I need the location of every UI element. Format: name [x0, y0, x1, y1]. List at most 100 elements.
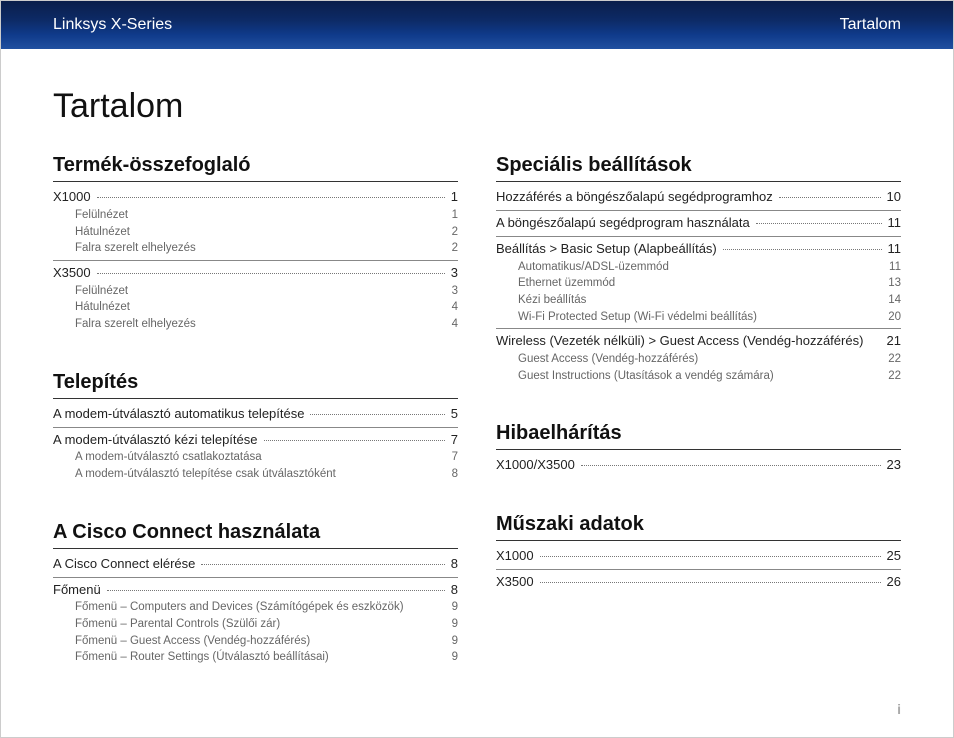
toc-entry-page: 22: [888, 368, 901, 385]
section-rule: [53, 181, 458, 182]
toc-sub-entry[interactable]: Kézi beállítás 14: [496, 292, 901, 309]
toc-sub-entry[interactable]: Falra szerelt elhelyezés4: [53, 316, 458, 333]
toc-entry-label: X1000: [496, 547, 534, 566]
toc-sub-entry[interactable]: Főmenü – Parental Controls (Szülői zár)9: [53, 616, 458, 633]
toc-entry-page: 26: [887, 573, 901, 592]
toc-entry-label: A modem-útválasztó telepítése csak útvál…: [75, 466, 336, 483]
toc-entry-page: 7: [451, 431, 458, 450]
spacer: [53, 666, 458, 694]
toc-entry-label: A modem-útválasztó csatlakoztatása: [75, 449, 262, 466]
toc-entry[interactable]: Főmenü 8: [53, 581, 458, 600]
toc-entry[interactable]: A modem-útválasztó automatikus telepítés…: [53, 405, 458, 424]
toc-leader: [264, 440, 445, 441]
toc-entry-page: 8: [451, 581, 458, 600]
entry-rule: [53, 577, 458, 578]
toc-sub-entry[interactable]: Falra szerelt elhelyezés 2: [53, 240, 458, 257]
toc-entry-page: 25: [887, 547, 901, 566]
toc-entry-label: X3500: [53, 264, 91, 283]
toc-entry-label: Felülnézet: [75, 283, 128, 300]
toc-entry-page: 3: [451, 264, 458, 283]
entry-rule: [496, 328, 901, 329]
section-rule: [53, 398, 458, 399]
toc-sub-entry[interactable]: Hátulnézet 4: [53, 299, 458, 316]
toc-leader: [723, 249, 882, 250]
toc-section-heading: A Cisco Connect használata: [53, 521, 458, 544]
toc-entry-page: 8: [452, 466, 458, 483]
toc-entry-page: 4: [452, 316, 458, 333]
toc-sub-entry[interactable]: Guest Instructions (Utasítások a vendég …: [496, 368, 901, 385]
toc-entry[interactable]: Wireless (Vezeték nélküli) > Guest Acces…: [496, 332, 901, 351]
toc-entry-label: Falra szerelt elhelyezés: [75, 240, 196, 257]
toc-entry[interactable]: X10001: [53, 188, 458, 207]
toc-entry-page: 2: [452, 224, 458, 241]
toc-entry[interactable]: A Cisco Connect elérése8: [53, 555, 458, 574]
toc-entry-label: Automatikus/ADSL-üzemmód: [518, 259, 669, 276]
entry-rule: [496, 236, 901, 237]
toc-entry-label: Kézi beállítás: [518, 292, 586, 309]
toc-sub-entry[interactable]: Guest Access (Vendég-hozzáférés) 22: [496, 351, 901, 368]
toc-entry-page: 2: [452, 240, 458, 257]
toc-entry[interactable]: X350026: [496, 573, 901, 592]
toc-entry[interactable]: X1000/X350023: [496, 456, 901, 475]
toc-entry-label: A böngészőalapú segédprogram használata: [496, 214, 750, 233]
toc-entry-page: 1: [452, 207, 458, 224]
toc-entry-page: 21: [887, 332, 901, 351]
toc-leader: [107, 590, 445, 591]
toc-sub-entry[interactable]: Felülnézet 1: [53, 207, 458, 224]
toc-sub-entry[interactable]: Főmenü – Computers and Devices (Számítóg…: [53, 599, 458, 616]
toc-sub-entry[interactable]: A modem-útválasztó csatlakoztatása 7: [53, 449, 458, 466]
toc-section-heading: Hibaelhárítás: [496, 422, 901, 445]
toc-section-heading: Telepítés: [53, 371, 458, 394]
toc-entry[interactable]: X3500 3: [53, 264, 458, 283]
toc-leader: [540, 556, 881, 557]
toc-entry-label: Beállítás > Basic Setup (Alapbeállítás): [496, 240, 717, 259]
toc-entry-label: Főmenü – Parental Controls (Szülői zár): [75, 616, 280, 633]
toc-section-heading: Termék-összefoglaló: [53, 154, 458, 177]
toc-entry-page: 10: [887, 188, 901, 207]
toc-entry[interactable]: Beállítás > Basic Setup (Alapbeállítás) 1…: [496, 240, 901, 259]
spacer: [496, 384, 901, 412]
toc-leader: [540, 582, 881, 583]
toc-entry-page: 22: [888, 351, 901, 368]
toc-entry-label: Hozzáférés a böngészőalapú segédprogramh…: [496, 188, 773, 207]
toc-entry-page: 9: [452, 599, 458, 616]
toc-entry-label: Wireless (Vezeték nélküli) > Guest Acces…: [496, 332, 863, 351]
toc-sub-entry[interactable]: Wi-Fi Protected Setup (Wi-Fi védelmi beá…: [496, 309, 901, 326]
toc-entry-page: 5: [451, 405, 458, 424]
toc-sub-entry[interactable]: Főmenü – Guest Access (Vendég-hozzáférés…: [53, 633, 458, 650]
toc-leader: [779, 197, 881, 198]
toc-entry-page: 7: [452, 449, 458, 466]
toc-sub-entry[interactable]: Hátulnézet 2: [53, 224, 458, 241]
toc-entry-label: X1000/X3500: [496, 456, 575, 475]
toc-entry-label: Felülnézet: [75, 207, 128, 224]
spacer: [496, 475, 901, 503]
toc-entry-label: Főmenü – Computers and Devices (Számítóg…: [75, 599, 404, 616]
toc-columns: Termék-összefoglalóX10001Felülnézet1Hátu…: [1, 154, 953, 694]
toc-entry-label: Guest Access (Vendég-hozzáférés): [518, 351, 698, 368]
toc-entry-label: Hátulnézet: [75, 224, 130, 241]
toc-leader: [97, 197, 445, 198]
toc-sub-entry[interactable]: Főmenü – Router Settings (Útválasztó beá…: [53, 649, 458, 666]
spacer: [53, 483, 458, 511]
toc-entry-page: 11: [889, 259, 901, 276]
toc-entry-label: Hátulnézet: [75, 299, 130, 316]
toc-sub-entry[interactable]: Automatikus/ADSL-üzemmód 11: [496, 259, 901, 276]
toc-entry-label: Főmenü: [53, 581, 101, 600]
toc-entry[interactable]: A modem-útválasztó kézi telepítése7: [53, 431, 458, 450]
section-rule: [53, 548, 458, 549]
toc-sub-entry[interactable]: Ethernet üzemmód13: [496, 275, 901, 292]
entry-rule: [53, 260, 458, 261]
toc-entry[interactable]: Hozzáférés a böngészőalapú segédprogramh…: [496, 188, 901, 207]
entry-rule: [496, 569, 901, 570]
toc-sub-entry[interactable]: A modem-útválasztó telepítése csak útvál…: [53, 466, 458, 483]
page-number: i: [897, 701, 901, 717]
toc-entry-page: 14: [888, 292, 901, 309]
toc-entry-page: 4: [452, 299, 458, 316]
toc-entry[interactable]: X1000 25: [496, 547, 901, 566]
toc-entry-page: 11: [888, 240, 902, 259]
page-title: Tartalom: [1, 49, 953, 154]
toc-entry-label: Guest Instructions (Utasítások a vendég …: [518, 368, 774, 385]
section-rule: [496, 449, 901, 450]
toc-sub-entry[interactable]: Felülnézet3: [53, 283, 458, 300]
toc-entry[interactable]: A böngészőalapú segédprogram használata1…: [496, 214, 901, 233]
